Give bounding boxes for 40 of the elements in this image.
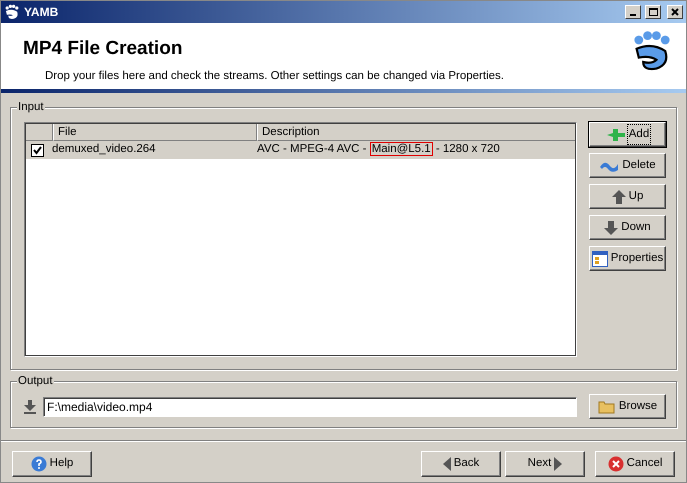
up-arrow-icon: [612, 190, 626, 204]
plus-arrow-icon: [606, 128, 626, 142]
column-header[interactable]: Description: [257, 123, 576, 141]
delete-button[interactable]: Delete: [589, 153, 666, 178]
help-icon: [30, 456, 47, 472]
right-triangle-icon: [554, 457, 562, 471]
page-subtitle: Drop your files here and check the streams. Other settings can be changed via Properties.: [45, 68, 504, 84]
group-label: Input: [17, 100, 45, 114]
left-triangle-icon: [442, 457, 451, 471]
column-header[interactable]: [25, 123, 53, 141]
output-path-field[interactable]: F:\media\video.mp4: [43, 396, 577, 416]
download-icon: [23, 400, 37, 414]
up-button[interactable]: Up: [589, 184, 666, 209]
minimize-button[interactable]: [625, 5, 641, 19]
help-button[interactable]: Help: [12, 451, 92, 477]
list-row[interactable]: demuxed_video.264 AVC - MPEG-4 AVC - Main@L5.1 - 1280 x 720: [25, 141, 576, 159]
folder-icon: [598, 400, 616, 414]
cancel-button[interactable]: Cancel: [595, 451, 675, 477]
add-button[interactable]: Add: [589, 122, 666, 147]
foot-logo-icon: [4, 4, 20, 20]
close-icon: [670, 7, 680, 17]
column-header[interactable]: File: [53, 123, 257, 141]
close-button[interactable]: [667, 5, 683, 19]
down-button[interactable]: Down: [589, 215, 666, 240]
down-arrow-icon: [604, 220, 618, 234]
next-button[interactable]: Next: [505, 451, 585, 477]
browse-button[interactable]: Browse: [589, 394, 666, 419]
file-name: demuxed_video.264: [52, 142, 157, 158]
minimize-icon: [630, 14, 636, 16]
stream-description: AVC - MPEG-4 AVC - Main@L5.1 - 1280 x 720: [257, 141, 500, 158]
page-title: MP4 File Creation: [23, 37, 182, 61]
properties-icon: [592, 250, 608, 266]
properties-button[interactable]: Properties: [589, 246, 666, 271]
maximize-icon: [648, 7, 658, 17]
group-label: Output: [17, 374, 54, 388]
back-button[interactable]: Back: [421, 451, 501, 477]
checkbox[interactable]: [31, 144, 44, 156]
window-title: YAMB: [24, 4, 58, 21]
cancel-icon: [608, 456, 624, 472]
maximize-button[interactable]: [645, 5, 661, 19]
